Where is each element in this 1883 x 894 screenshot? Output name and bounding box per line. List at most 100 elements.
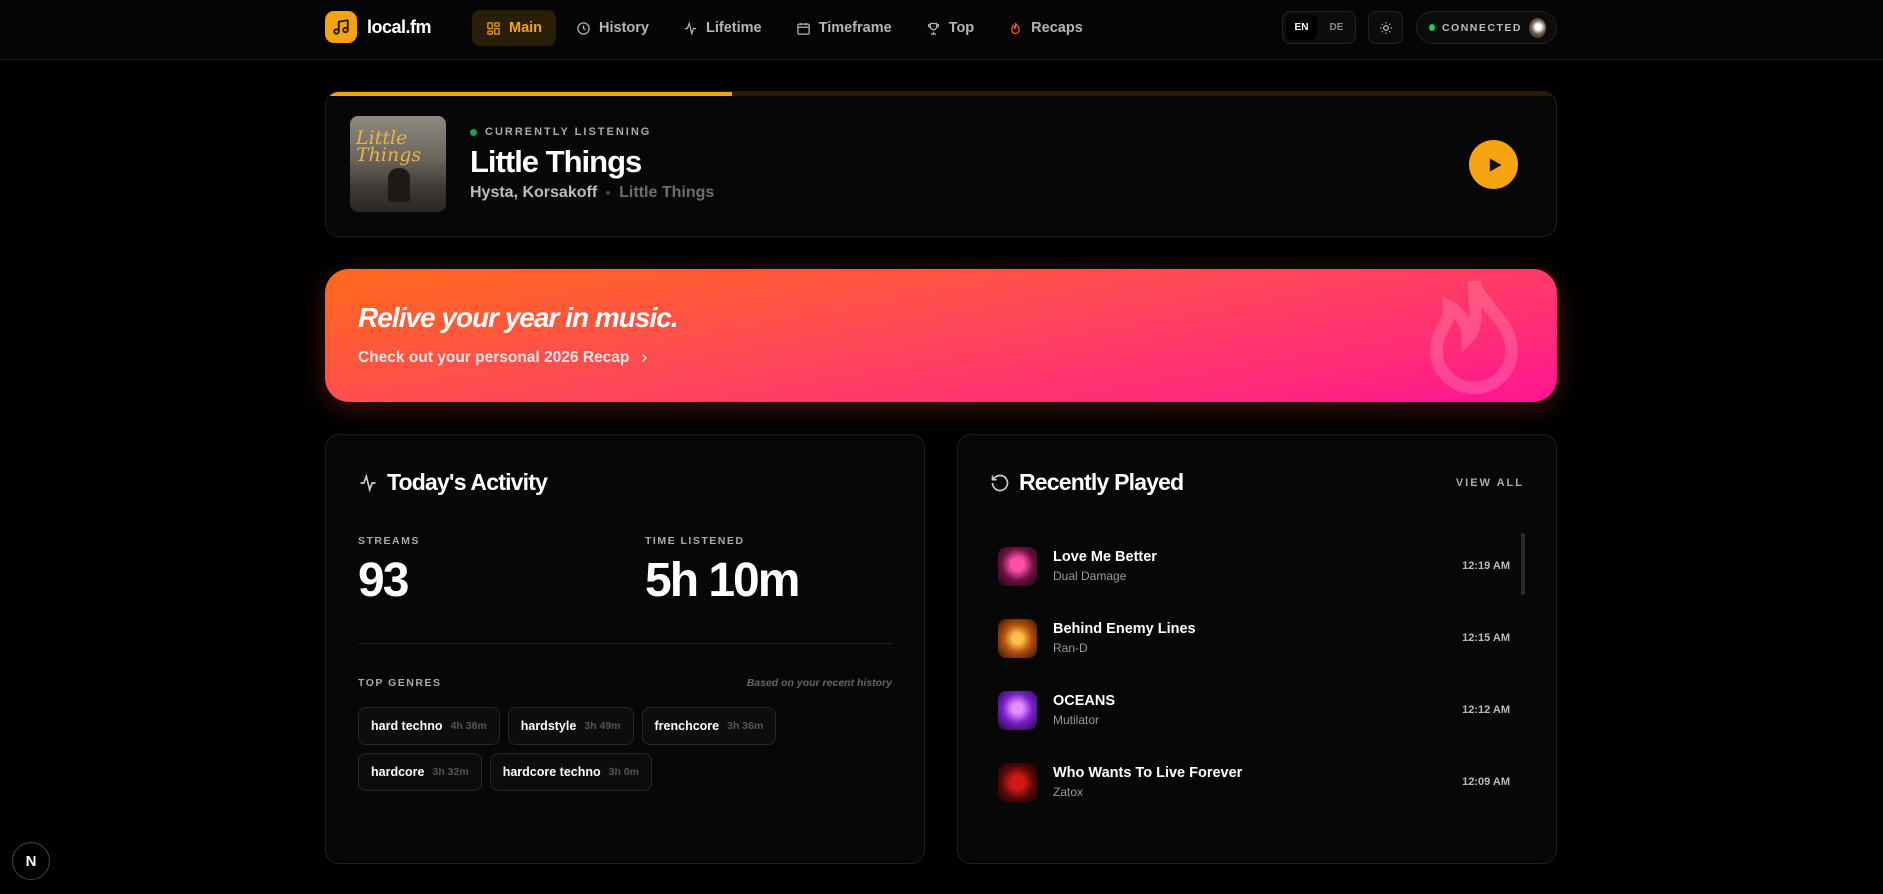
nav-history[interactable]: History bbox=[562, 10, 663, 46]
card-header: Today's Activity bbox=[358, 469, 548, 496]
streams-value: 93 bbox=[358, 554, 409, 607]
nav-label: Recaps bbox=[1031, 20, 1083, 36]
avatar[interactable] bbox=[1528, 17, 1546, 38]
genre-chip[interactable]: hardcore techno 3h 0m bbox=[489, 753, 652, 791]
recently-played-card: Recently Played VIEW ALL Love Me Better … bbox=[957, 434, 1557, 864]
sun-icon bbox=[1379, 21, 1392, 34]
played-time: 12:15 AM bbox=[1462, 632, 1510, 644]
brand[interactable]: local.fm bbox=[325, 11, 432, 43]
track-title: OCEANS bbox=[1053, 693, 1116, 709]
track-artist[interactable]: Hysta, Korsakoff bbox=[470, 184, 597, 202]
nav-main[interactable]: Main bbox=[472, 10, 557, 46]
track-title: Love Me Better bbox=[1053, 549, 1157, 565]
todays-activity-card: Today's Activity STREAMS 93 TIME LISTENE… bbox=[325, 434, 925, 864]
status-dot bbox=[1429, 24, 1435, 31]
genre-time: 4h 38m bbox=[450, 720, 487, 732]
top-navigation-bar: local.fm Main History Lifetime Timeframe… bbox=[0, 0, 1883, 60]
track-title: Who Wants To Live Forever bbox=[1053, 765, 1243, 781]
progress-fill bbox=[326, 92, 732, 96]
nav-top[interactable]: Top bbox=[912, 10, 989, 46]
list-item[interactable]: Behind Enemy Lines Ran-D 12:15 AM bbox=[998, 603, 1510, 675]
nav-lifetime[interactable]: Lifetime bbox=[669, 10, 776, 46]
activity-icon bbox=[360, 473, 376, 492]
played-time: 12:12 AM bbox=[1462, 704, 1510, 716]
trophy-icon bbox=[927, 22, 939, 35]
streams-label: STREAMS bbox=[358, 535, 420, 547]
list-item[interactable]: OCEANS Mutilator 12:12 AM bbox=[998, 675, 1510, 747]
recap-banner[interactable]: Relive your year in music. Check out you… bbox=[325, 269, 1557, 402]
played-time: 12:19 AM bbox=[1462, 560, 1510, 572]
language-en-button[interactable]: EN bbox=[1286, 15, 1317, 40]
list-item[interactable]: Who Wants To Live Forever Zatox 12:09 AM bbox=[998, 747, 1510, 819]
genre-chip[interactable]: frenchcore 3h 36m bbox=[641, 707, 777, 745]
genre-name: hardcore bbox=[371, 765, 425, 779]
activity-icon bbox=[684, 20, 697, 36]
nav-recaps[interactable]: Recaps bbox=[994, 10, 1097, 46]
app-name: local.fm bbox=[367, 16, 432, 37]
genre-name: frenchcore bbox=[654, 719, 720, 733]
live-dot bbox=[470, 128, 477, 136]
grid-icon bbox=[487, 21, 500, 35]
card-title: Recently Played bbox=[1019, 469, 1184, 495]
genre-name: hardstyle bbox=[520, 719, 577, 733]
nav-label: Lifetime bbox=[706, 20, 762, 36]
recap-link-label: Check out your personal 2026 Recap bbox=[358, 349, 630, 366]
now-playing-label: CURRENTLY LISTENING bbox=[470, 126, 651, 138]
top-genres-note: Based on your recent history bbox=[746, 677, 892, 689]
recap-link[interactable]: Check out your personal 2026 Recap bbox=[358, 349, 650, 367]
played-time: 12:09 AM bbox=[1462, 776, 1510, 788]
album-cover[interactable]: Little Things bbox=[350, 116, 446, 212]
track-thumbnail bbox=[998, 691, 1037, 730]
track-title: Little Things bbox=[470, 144, 642, 179]
top-genres-label: TOP GENRES bbox=[358, 677, 442, 689]
card-title: Today's Activity bbox=[387, 469, 548, 495]
language-switcher: EN DE bbox=[1282, 11, 1356, 44]
view-all-link[interactable]: VIEW ALL bbox=[1456, 477, 1524, 489]
track-artist: Mutilator bbox=[1053, 713, 1100, 727]
track-thumbnail bbox=[998, 619, 1037, 658]
genre-chip[interactable]: hard techno 4h 38m bbox=[358, 707, 500, 745]
track-meta: Hysta, Korsakoff Little Things bbox=[470, 184, 714, 202]
cover-title: Little Things bbox=[356, 127, 422, 166]
track-artist: Dual Damage bbox=[1053, 569, 1127, 583]
divider bbox=[358, 643, 893, 644]
genre-time: 3h 36m bbox=[727, 720, 764, 732]
connection-status[interactable]: CONNECTED bbox=[1416, 11, 1557, 44]
nav-label: Top bbox=[948, 20, 975, 36]
connection-label: CONNECTED bbox=[1441, 21, 1522, 34]
main-nav: Main History Lifetime Timeframe Top Reca… bbox=[472, 10, 1097, 46]
genre-chip[interactable]: hardstyle 3h 49m bbox=[507, 707, 634, 745]
genre-chip[interactable]: hardcore 3h 32m bbox=[358, 753, 482, 791]
history-icon bbox=[991, 474, 1009, 491]
nav-label: Timeframe bbox=[818, 20, 892, 36]
list-item[interactable] bbox=[998, 819, 1510, 831]
nav-label: History bbox=[599, 20, 649, 36]
card-header: Recently Played bbox=[990, 469, 1184, 496]
track-artist: Zatox bbox=[1053, 785, 1084, 799]
genre-time: 3h 32m bbox=[432, 766, 469, 778]
banner-headline: Relive your year in music. bbox=[358, 302, 678, 333]
now-playing-card: Little Things CURRENTLY LISTENING Little… bbox=[325, 91, 1557, 237]
now-playing-label-text: CURRENTLY LISTENING bbox=[485, 126, 652, 138]
calendar-icon bbox=[796, 22, 810, 35]
track-album[interactable]: Little Things bbox=[619, 184, 714, 202]
scrollbar[interactable] bbox=[1521, 533, 1525, 595]
time-listened-label: TIME LISTENED bbox=[645, 535, 745, 547]
language-de-button[interactable]: DE bbox=[1321, 15, 1352, 40]
genre-name: hardcore techno bbox=[502, 765, 601, 779]
track-title: Behind Enemy Lines bbox=[1053, 621, 1196, 637]
recent-tracks-list[interactable]: Love Me Better Dual Damage 12:19 AM Behi… bbox=[998, 531, 1510, 831]
theme-toggle-button[interactable] bbox=[1368, 11, 1403, 44]
clock-icon bbox=[577, 21, 590, 35]
separator-dot bbox=[606, 191, 611, 195]
genre-name: hard techno bbox=[371, 719, 443, 733]
next-dev-badge[interactable]: N bbox=[12, 842, 50, 880]
nav-label: Main bbox=[509, 20, 543, 36]
nav-timeframe[interactable]: Timeframe bbox=[782, 10, 906, 46]
list-item[interactable]: Love Me Better Dual Damage 12:19 AM bbox=[998, 531, 1510, 603]
track-thumbnail bbox=[998, 763, 1037, 802]
play-icon bbox=[1489, 157, 1501, 172]
genre-time: 3h 0m bbox=[608, 766, 639, 778]
play-button[interactable] bbox=[1469, 140, 1518, 189]
flame-icon bbox=[1011, 22, 1021, 34]
